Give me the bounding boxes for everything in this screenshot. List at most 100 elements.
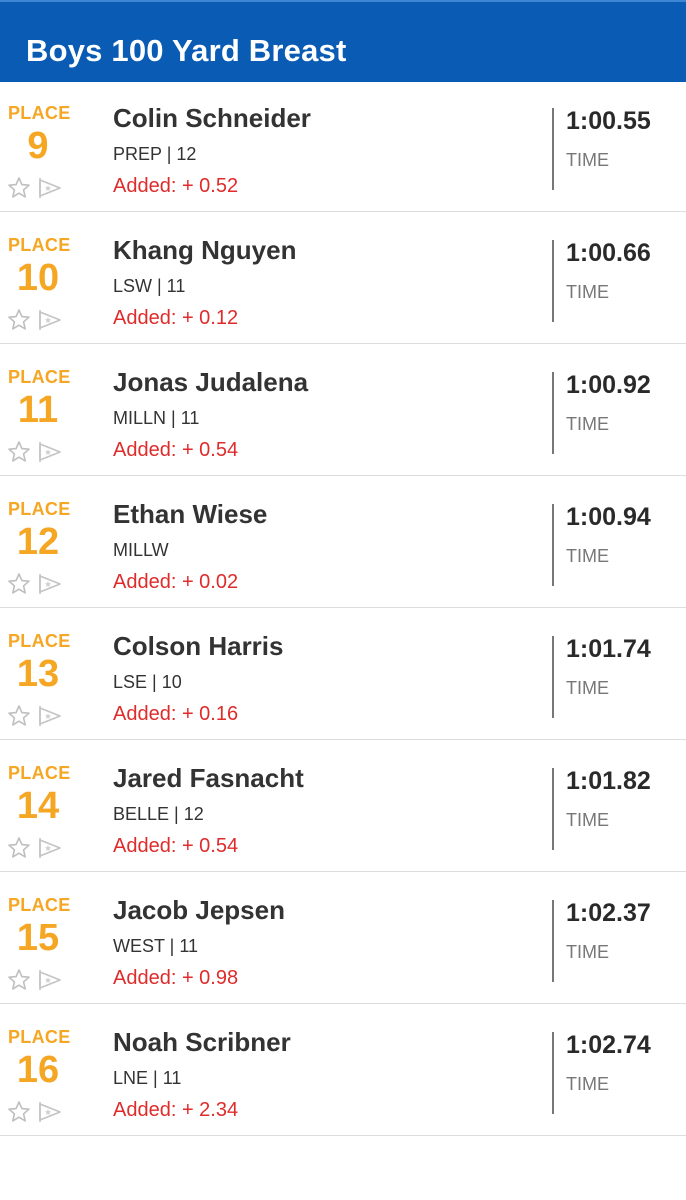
place-label: PLACE bbox=[8, 499, 71, 519]
result-time: 1:00.94 bbox=[566, 503, 651, 531]
row-actions bbox=[7, 836, 63, 860]
result-row[interactable]: PLACE 14 Jared Fasnacht BELLE | 12 Added… bbox=[0, 740, 686, 872]
result-row[interactable]: PLACE 12 Ethan Wiese MILLW Added: + 0.02… bbox=[0, 476, 686, 608]
result-time: 1:00.66 bbox=[566, 239, 651, 267]
star-icon[interactable] bbox=[7, 572, 31, 596]
flag-icon[interactable] bbox=[37, 176, 63, 200]
added-time: Added: + 0.12 bbox=[113, 307, 239, 329]
added-time: Added: + 0.98 bbox=[113, 967, 239, 989]
swimmer-name: Colin Schneider bbox=[113, 103, 311, 133]
place-number: 16 bbox=[16, 1049, 60, 1091]
time-label: TIME bbox=[566, 282, 609, 302]
star-icon[interactable] bbox=[7, 836, 31, 860]
time-label: TIME bbox=[566, 1074, 609, 1094]
time-divider bbox=[552, 768, 554, 850]
time-label: TIME bbox=[566, 810, 609, 830]
row-actions bbox=[7, 704, 63, 728]
swimmer-name: Colson Harris bbox=[113, 631, 284, 661]
time-label: TIME bbox=[566, 678, 609, 698]
team-grade: MILLN | 11 bbox=[113, 408, 200, 428]
result-row[interactable]: PLACE 10 Khang Nguyen LSW | 11 Added: + … bbox=[0, 212, 686, 344]
team-grade: PREP | 12 bbox=[113, 144, 197, 164]
time-divider bbox=[552, 240, 554, 322]
place-label: PLACE bbox=[8, 631, 71, 651]
results-list[interactable]: PLACE 8 PRE | 11 Added: + 0.99 TIME PLAC bbox=[0, 0, 686, 1136]
place-label: PLACE bbox=[8, 367, 71, 387]
result-row[interactable]: PLACE 13 Colson Harris LSE | 10 Added: +… bbox=[0, 608, 686, 740]
place-number: 15 bbox=[16, 917, 60, 959]
place-number: 9 bbox=[27, 125, 49, 167]
swimmer-name: Jacob Jepsen bbox=[113, 895, 285, 925]
swimmer-name: Ethan Wiese bbox=[113, 499, 268, 529]
result-time: 1:00.92 bbox=[566, 371, 651, 399]
row-actions bbox=[7, 440, 63, 464]
header-bar: Boys 100 Yard Breast bbox=[0, 0, 686, 82]
added-time: Added: + 0.54 bbox=[113, 835, 239, 857]
flag-icon[interactable] bbox=[37, 308, 63, 332]
result-row[interactable]: PLACE 15 Jacob Jepsen WEST | 11 Added: +… bbox=[0, 872, 686, 1004]
result-time: 1:01.82 bbox=[566, 767, 651, 795]
star-icon[interactable] bbox=[7, 308, 31, 332]
place-label: PLACE bbox=[8, 895, 71, 915]
time-divider bbox=[552, 636, 554, 718]
flag-icon[interactable] bbox=[37, 836, 63, 860]
star-icon[interactable] bbox=[7, 176, 31, 200]
result-time: 1:02.74 bbox=[566, 1031, 651, 1059]
page-title: Boys 100 Yard Breast bbox=[26, 33, 347, 68]
team-grade: LSE | 10 bbox=[113, 672, 182, 692]
swimmer-name: Noah Scribner bbox=[113, 1027, 291, 1057]
team-grade: WEST | 11 bbox=[113, 936, 199, 956]
flag-icon[interactable] bbox=[37, 572, 63, 596]
result-time: 1:00.55 bbox=[566, 107, 651, 135]
place-label: PLACE bbox=[8, 763, 71, 783]
result-time: 1:02.37 bbox=[566, 899, 651, 927]
place-number: 14 bbox=[16, 785, 60, 827]
time-label: TIME bbox=[566, 150, 609, 170]
place-number: 13 bbox=[16, 653, 60, 695]
place-number: 10 bbox=[16, 257, 60, 299]
added-time: Added: + 0.52 bbox=[113, 175, 239, 197]
team-grade: LSW | 11 bbox=[113, 276, 186, 296]
place-label: PLACE bbox=[8, 235, 71, 255]
result-time: 1:01.74 bbox=[566, 635, 651, 663]
row-actions bbox=[7, 1100, 63, 1124]
team-grade: BELLE | 12 bbox=[113, 804, 204, 824]
time-divider bbox=[552, 504, 554, 586]
place-number: 11 bbox=[17, 389, 59, 431]
row-actions bbox=[7, 176, 63, 200]
time-divider bbox=[552, 1032, 554, 1114]
swimmer-name: Jonas Judalena bbox=[113, 367, 309, 397]
result-row[interactable]: PLACE 9 Colin Schneider PREP | 12 Added:… bbox=[0, 80, 686, 212]
star-icon[interactable] bbox=[7, 440, 31, 464]
added-time: Added: + 2.34 bbox=[113, 1099, 239, 1121]
swimmer-name: Jared Fasnacht bbox=[113, 763, 304, 793]
star-icon[interactable] bbox=[7, 1100, 31, 1124]
flag-icon[interactable] bbox=[37, 968, 63, 992]
header-accent bbox=[0, 0, 686, 2]
place-number: 12 bbox=[16, 521, 60, 563]
result-row[interactable]: PLACE 16 Noah Scribner LNE | 11 Added: +… bbox=[0, 1004, 686, 1136]
time-divider bbox=[552, 372, 554, 454]
flag-icon[interactable] bbox=[37, 440, 63, 464]
star-icon[interactable] bbox=[7, 968, 31, 992]
row-actions bbox=[7, 572, 63, 596]
time-label: TIME bbox=[566, 414, 609, 434]
result-row[interactable]: PLACE 11 Jonas Judalena MILLN | 11 Added… bbox=[0, 344, 686, 476]
time-label: TIME bbox=[566, 546, 609, 566]
row-actions bbox=[7, 308, 63, 332]
time-divider bbox=[552, 108, 554, 190]
star-icon[interactable] bbox=[7, 704, 31, 728]
swimmer-name: Khang Nguyen bbox=[113, 235, 297, 265]
team-grade: MILLW bbox=[113, 540, 169, 560]
added-time: Added: + 0.02 bbox=[113, 571, 239, 593]
place-label: PLACE bbox=[8, 1027, 71, 1047]
time-label: TIME bbox=[566, 942, 609, 962]
added-time: Added: + 0.16 bbox=[113, 703, 239, 725]
added-time: Added: + 0.54 bbox=[113, 439, 239, 461]
team-grade: LNE | 11 bbox=[113, 1068, 182, 1088]
time-divider bbox=[552, 900, 554, 982]
place-label: PLACE bbox=[8, 103, 71, 123]
row-actions bbox=[7, 968, 63, 992]
flag-icon[interactable] bbox=[37, 1100, 63, 1124]
flag-icon[interactable] bbox=[37, 704, 63, 728]
